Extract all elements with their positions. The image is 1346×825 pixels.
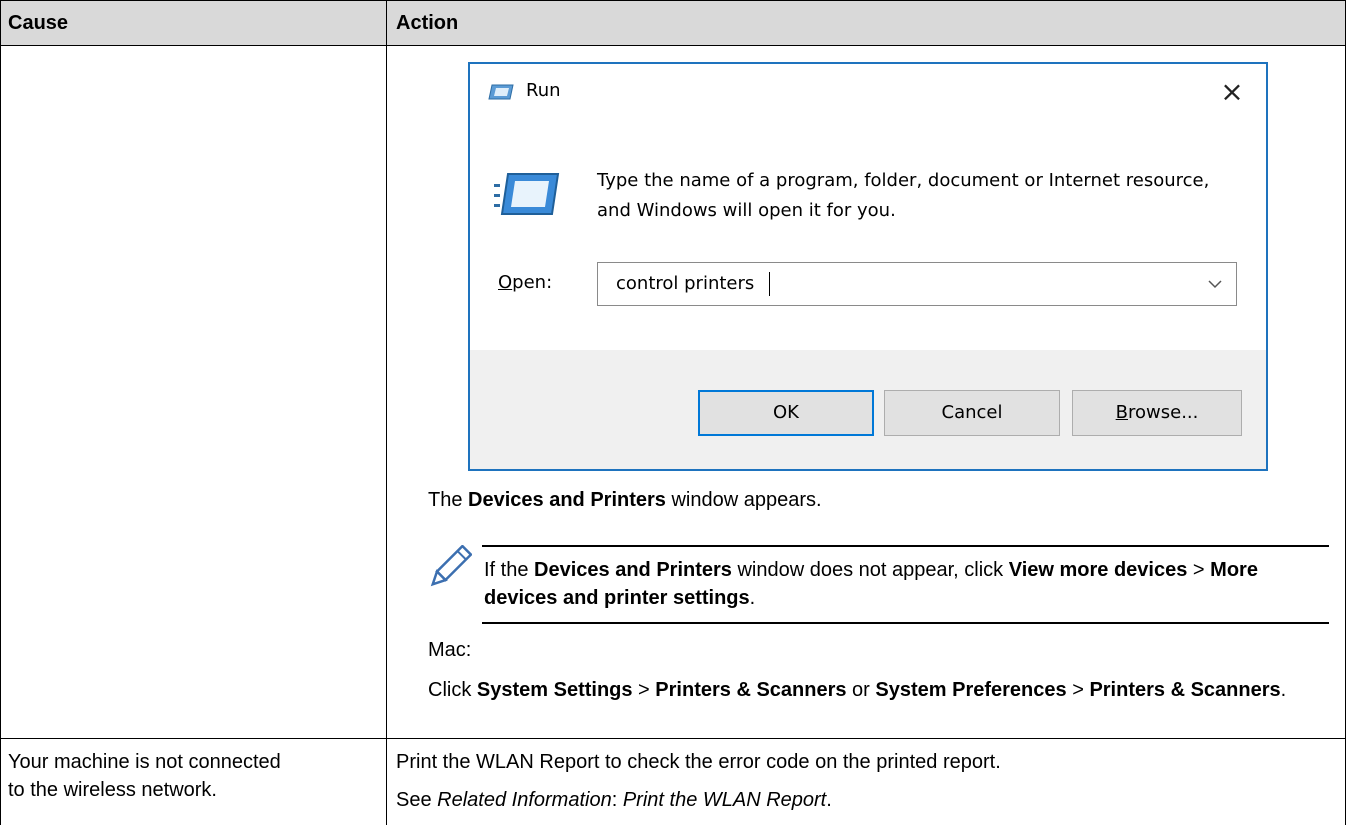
note-bottom-rule — [482, 622, 1329, 624]
ok-button[interactable]: OK — [698, 390, 874, 436]
browse-button[interactable]: Browse... — [1072, 390, 1242, 436]
row2-cause-line2: to the wireless network. — [8, 779, 217, 801]
dialog-title: Run — [526, 80, 561, 101]
table-header-row: Cause Action — [0, 0, 1346, 46]
dialog-description: Type the name of a program, folder, docu… — [597, 170, 1210, 221]
cancel-button[interactable]: Cancel — [884, 390, 1060, 436]
note-text: If the Devices and Printers window does … — [484, 559, 1258, 609]
text-caret — [769, 272, 770, 296]
run-dialog: Run × Type the name of a program, folder… — [468, 62, 1268, 471]
mac-instructions: Click System Settings > Printers & Scann… — [428, 679, 1287, 701]
mac-label: Mac: — [428, 639, 472, 661]
dialog-titlebar: Run × — [470, 64, 1266, 120]
row2-action-text: Print the WLAN Report to check the error… — [396, 751, 1001, 773]
header-action: Action — [396, 12, 459, 34]
close-icon[interactable]: × — [1212, 72, 1252, 112]
table-left-border — [0, 0, 1, 825]
related-information-link: Related Information — [437, 789, 612, 811]
open-label: Open: — [498, 272, 553, 293]
header-cause: Cause — [8, 12, 69, 34]
pencil-icon — [430, 545, 472, 587]
chevron-down-icon[interactable] — [1204, 273, 1226, 295]
print-wlan-report-link[interactable]: Print the WLAN Report — [623, 789, 826, 811]
devices-appears-text: The Devices and Printers window appears. — [428, 489, 822, 511]
table-column-divider — [386, 0, 387, 825]
open-input-value[interactable]: control printers — [616, 273, 754, 294]
note-top-rule — [482, 545, 1329, 547]
table-row-divider — [0, 738, 1346, 739]
row2-see-related: See Related Information: Print the WLAN … — [396, 789, 832, 811]
open-combobox[interactable]: control printers — [597, 262, 1237, 306]
row2-cause-line1: Your machine is not connected — [8, 751, 281, 773]
run-icon — [488, 84, 514, 100]
run-large-icon — [494, 173, 560, 215]
